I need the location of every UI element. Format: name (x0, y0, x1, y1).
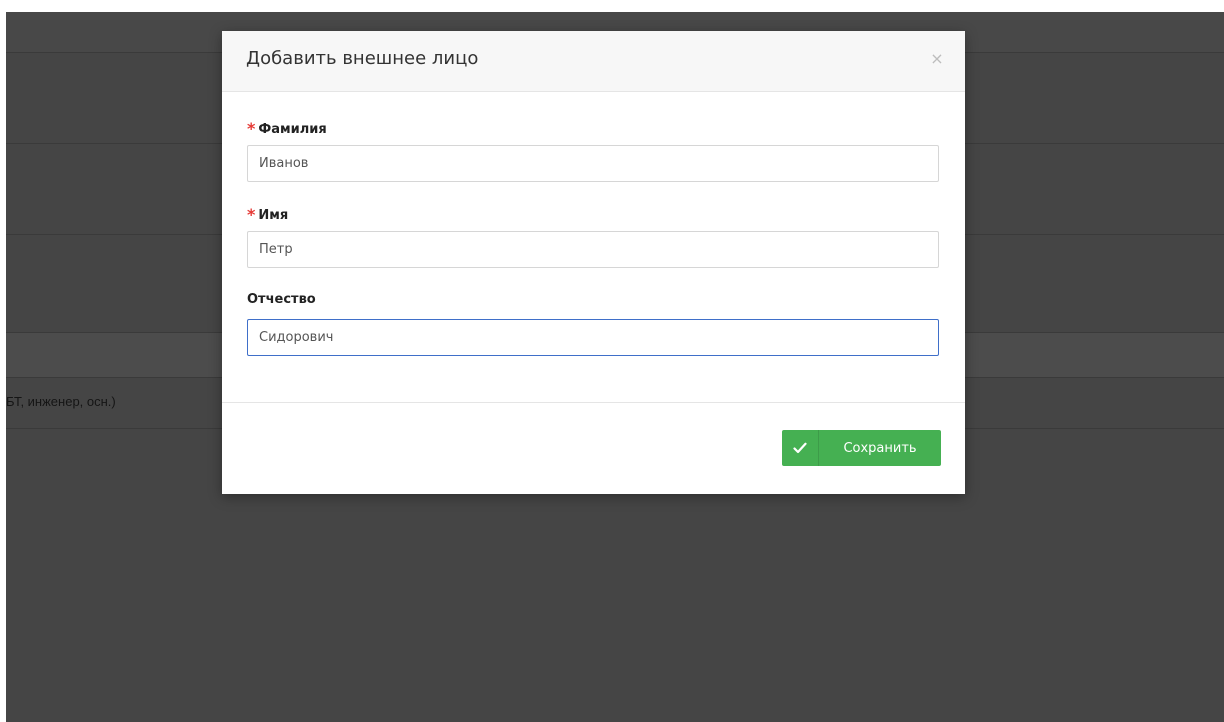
patronymic-label: Отчество (247, 292, 316, 307)
last-name-label: * Фамилия (247, 118, 327, 138)
first-name-label-text: Имя (258, 208, 289, 223)
patronymic-label-text: Отчество (247, 292, 316, 307)
last-name-label-text: Фамилия (258, 122, 327, 137)
add-external-person-dialog: Добавить внешнее лицо × *Фамилия *Имя От… (222, 31, 965, 494)
background-row-text: БТ, инженер, осн.) (6, 394, 116, 409)
last-name-input[interactable] (247, 145, 939, 182)
modal-header: Добавить внешнее лицо × (222, 31, 965, 92)
modal-footer-divider (222, 402, 965, 403)
close-icon[interactable]: × (929, 50, 945, 68)
save-button[interactable]: Сохранить (782, 430, 941, 466)
modal-title: Добавить внешнее лицо (246, 48, 479, 69)
patronymic-input[interactable] (247, 319, 939, 356)
save-button-label: Сохранить (843, 440, 917, 456)
required-marker: * (247, 119, 256, 138)
first-name-input[interactable] (247, 231, 939, 268)
check-icon (782, 430, 819, 466)
required-marker: * (247, 205, 256, 224)
first-name-label: * Имя (247, 204, 289, 224)
